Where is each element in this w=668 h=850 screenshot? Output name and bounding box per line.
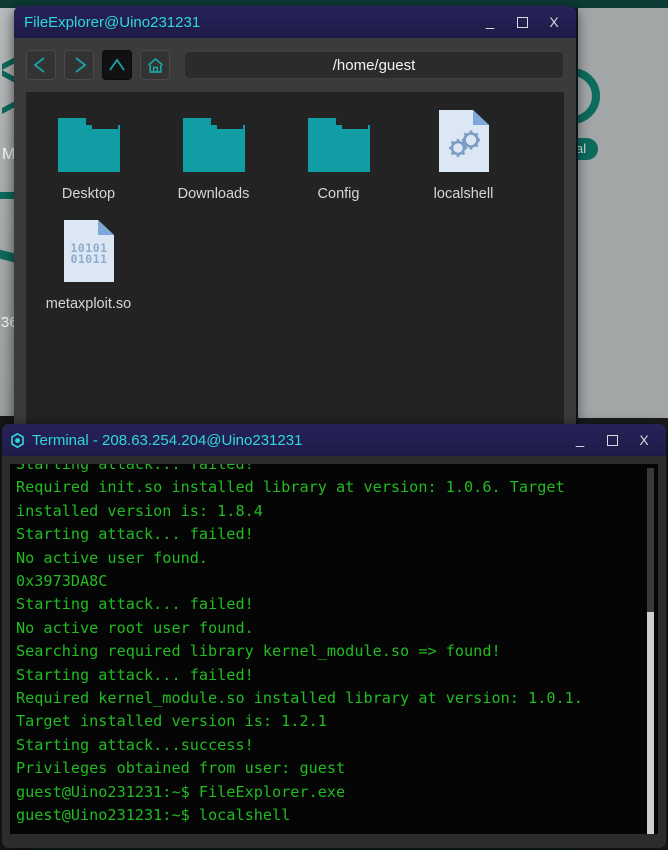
terminal-titlebar[interactable]: Terminal - 208.63.254.204@Uino231231 _ X [2,424,666,456]
gear-hex-icon [11,432,24,448]
maximize-square-icon [606,434,618,446]
file-label: localshell [433,186,494,202]
file-icon-wrapper: 10101 01011 [62,220,116,282]
terminal-scrollbar[interactable] [642,464,658,834]
close-button[interactable]: X [538,9,570,35]
home-icon [147,57,163,73]
file-explorer-titlebar[interactable]: FileExplorer@Uino231231 _ X [14,6,576,38]
file-explorer-toolbar: /home/guest [26,48,564,82]
file-item-desktop[interactable]: Desktop [26,110,151,220]
folder-icon [307,118,370,172]
svg-text:01011: 01011 [70,252,107,266]
file-item-localshell[interactable]: localshell [401,110,526,220]
file-icon-wrapper [57,110,120,172]
nav-forward-button[interactable] [64,50,94,80]
terminal-title: Terminal - 208.63.254.204@Uino231231 [32,431,303,449]
terminal-line: Starting attack...success! [16,735,254,754]
maximize-button[interactable] [596,427,628,453]
terminal-line: Starting attack... failed! [16,464,254,473]
file-icon-wrapper [307,110,370,172]
minimize-button[interactable]: _ [564,427,596,453]
file-item-config[interactable]: Config [276,110,401,220]
file-explorer-body: /home/guest Desktop Downloads Config locals… [14,38,576,436]
executable-file-icon [438,110,489,172]
file-explorer-title: FileExplorer@Uino231231 [24,13,201,31]
file-list-area[interactable]: Desktop Downloads Config localshell 10101 010… [26,92,564,430]
folder-icon [57,118,120,172]
terminal-line: Required kernel_module.so installed libr… [16,689,583,708]
terminal-line: Starting attack... failed! [16,665,254,684]
file-label: Downloads [177,186,250,202]
terminal-line: No active root user found. [16,618,254,637]
terminal-line: 0x3973DA8C [16,572,108,591]
terminal-line: guest@Uino231231:~$ FileExplorer.exe [16,782,346,801]
terminal-line: guest@Uino231231:~$ localshell [16,806,291,825]
file-icon-wrapper [182,110,245,172]
back-arrow-icon [33,57,45,73]
terminal-line: Target installed version is: 1.2.1 [16,712,327,731]
terminal-line: Starting attack... failed! [16,525,254,544]
minimize-button[interactable]: _ [474,9,506,35]
file-label: Config [317,186,360,202]
forward-arrow-icon [75,57,87,73]
nav-back-button[interactable] [26,50,56,80]
file-explorer-window-controls[interactable]: _ X [474,9,570,35]
terminal-window-controls[interactable]: _ X [564,427,660,453]
terminal-screen[interactable]: Starting attack... failed! Required init.… [10,464,658,834]
terminal-window[interactable]: Terminal - 208.63.254.204@Uino231231 _ X… [2,424,666,848]
terminal-line: Starting attack... failed! [16,595,254,614]
terminal-line: Searching required library kernel_module… [16,642,501,661]
binary-file-icon: 1010101011 [63,220,114,282]
maximize-square-icon [516,16,528,28]
file-explorer-window[interactable]: FileExplorer@Uino231231 _ X /home/guest … [14,6,576,436]
terminal-line: Required init.so installed library at ve… [16,478,565,497]
file-item-downloads[interactable]: Downloads [151,110,276,220]
desktop-right-panel-pill: al [578,138,598,160]
desktop-right-panel: al [578,8,668,418]
terminal-line: No active user found. [16,548,209,567]
path-input[interactable]: /home/guest [184,51,564,79]
nav-up-button[interactable] [102,50,132,80]
file-label: metaxploit.so [45,296,132,312]
maximize-button[interactable] [506,9,538,35]
up-arrow-icon [109,58,125,71]
terminal-output: Starting attack... failed! Required init.… [10,464,642,834]
file-icon-wrapper [437,110,491,172]
file-label: Desktop [61,186,116,202]
file-item-metaxploit-so[interactable]: 10101 01011 metaxploit.so [26,220,151,330]
decoration-circle [578,68,600,124]
terminal-scrollbar-thumb[interactable] [646,612,654,834]
folder-icon [182,118,245,172]
terminal-line: installed version is: 1.8.4 [16,501,263,520]
terminal-line: Privileges obtained from user: guest [16,759,346,778]
close-button[interactable]: X [628,427,660,453]
nav-home-button[interactable] [140,50,170,80]
terminal-body: Starting attack... failed! Required init.… [2,456,666,848]
